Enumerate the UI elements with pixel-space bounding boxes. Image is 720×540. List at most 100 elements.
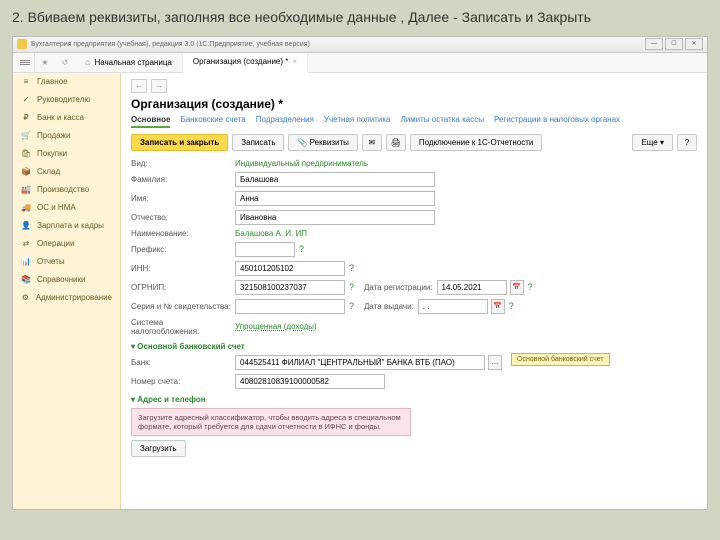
- help-button[interactable]: ?: [677, 134, 697, 151]
- sidebar-item-icon: ≡: [21, 77, 31, 87]
- sidebar-item-label: Руководителю: [37, 95, 90, 104]
- ogrnip-input[interactable]: [235, 280, 345, 295]
- sidebar-item-10[interactable]: 📊 Отчеты: [13, 253, 120, 271]
- sidebar-item-icon: 🛒: [21, 131, 31, 141]
- subnav: Основное Банковские счета Подразделения Уче…: [131, 115, 697, 128]
- history-icon[interactable]: ↺: [55, 53, 75, 72]
- sidebar-item-icon: 📦: [21, 167, 31, 177]
- tab-home[interactable]: ⌂ Начальная страница: [75, 53, 183, 72]
- kind-label: Вид:: [131, 159, 231, 168]
- firstname-input[interactable]: [235, 191, 435, 206]
- firstname-label: Имя:: [131, 194, 231, 203]
- sidebar-item-icon: 🛍: [21, 149, 31, 159]
- issuedate-input[interactable]: [418, 299, 488, 314]
- bank-input[interactable]: [235, 355, 485, 370]
- more-button[interactable]: Еще ▾: [632, 134, 673, 151]
- sidebar-item-5[interactable]: 📦 Склад: [13, 163, 120, 181]
- sidebar-item-3[interactable]: 🛒 Продажи: [13, 127, 120, 145]
- sidebar-item-icon: 👤: [21, 221, 31, 231]
- sidebar-item-label: Зарплата и кадры: [37, 221, 104, 230]
- sidebar-item-icon: 🚚: [21, 203, 31, 213]
- hint-icon[interactable]: ?: [349, 282, 354, 292]
- sidebar-item-label: Отчеты: [37, 257, 65, 266]
- bank-lookup-button[interactable]: …: [488, 355, 502, 370]
- sidebar-item-6[interactable]: 🏭 Производство: [13, 181, 120, 199]
- sidebar-item-1[interactable]: ✓ Руководителю: [13, 91, 120, 109]
- window-max-button[interactable]: ☐: [665, 38, 683, 50]
- window-min-button[interactable]: —: [645, 38, 663, 50]
- tax-value[interactable]: Упрощенная (доходы): [235, 322, 317, 331]
- inn-label: ИНН:: [131, 264, 231, 273]
- sidebar-item-icon: 🏭: [21, 185, 31, 195]
- sidebar: ≡Главное ✓ Руководителю ₽ Банк и касса 🛒 Прода…: [13, 73, 121, 509]
- slide-instruction: 2. Вбиваем реквизиты, заполняя все необх…: [12, 8, 708, 28]
- address-warning: Загрузите адресный классификатор, чтобы …: [131, 408, 411, 436]
- hint-icon[interactable]: ?: [349, 301, 354, 311]
- addr-section-header[interactable]: Адрес и телефон: [131, 395, 697, 404]
- sidebar-item-label: Продажи: [37, 131, 70, 140]
- lastname-input[interactable]: [235, 172, 435, 187]
- cert-label: Серия и № свидетельства:: [131, 302, 231, 311]
- subnav-link-3[interactable]: Учетная политика: [324, 115, 391, 128]
- inn-input[interactable]: [235, 261, 345, 276]
- sidebar-item-12[interactable]: ⚙Администрирование: [13, 289, 120, 307]
- app-icon: [17, 39, 27, 49]
- window-titlebar: Бухгалтерия предприятия (учебная), редак…: [13, 37, 707, 53]
- regdate-input[interactable]: [437, 280, 507, 295]
- connect-1c-button[interactable]: Подключение к 1С-Отчетности: [410, 134, 542, 151]
- favorite-icon[interactable]: ★: [35, 53, 55, 72]
- sidebar-item-8[interactable]: 👤 Зарплата и кадры: [13, 217, 120, 235]
- sidebar-item-label: Банк и касса: [37, 113, 84, 122]
- acct-input[interactable]: [235, 374, 385, 389]
- regdate-picker-button[interactable]: 📅: [510, 280, 524, 295]
- issuedate-picker-button[interactable]: 📅: [491, 299, 505, 314]
- sidebar-item-label: Администрирование: [36, 293, 112, 302]
- subnav-link-4[interactable]: Лимиты остатка кассы: [400, 115, 484, 128]
- nav-back-button[interactable]: ←: [131, 79, 147, 93]
- subnav-link-2[interactable]: Подразделения: [256, 115, 314, 128]
- kind-value[interactable]: Индивидуальный предприниматель: [235, 159, 368, 168]
- cert-input[interactable]: [235, 299, 345, 314]
- close-icon[interactable]: ×: [292, 57, 297, 66]
- window-close-button[interactable]: ✕: [685, 38, 703, 50]
- name-value[interactable]: Балашова А. И. ИП: [235, 229, 307, 238]
- bank-section-header[interactable]: Основной банковский счет: [131, 342, 697, 351]
- hint-icon[interactable]: ?: [299, 244, 304, 254]
- name-label: Наименование:: [131, 229, 231, 238]
- sidebar-item-11[interactable]: 📚Справочники: [13, 271, 120, 289]
- save-close-button[interactable]: Записать и закрыть: [131, 134, 228, 151]
- prefix-input[interactable]: [235, 242, 295, 257]
- sidebar-item-2[interactable]: ₽ Банк и касса: [13, 109, 120, 127]
- window-title: Бухгалтерия предприятия (учебная), редак…: [31, 41, 645, 48]
- save-button[interactable]: Записать: [232, 134, 284, 151]
- sidebar-item-icon: ✓: [21, 95, 31, 105]
- sidebar-item-icon: 📊: [21, 257, 31, 267]
- subnav-link-1[interactable]: Банковские счета: [180, 115, 245, 128]
- sidebar-item-9[interactable]: ⇄Операции: [13, 235, 120, 253]
- menu-icon[interactable]: [15, 53, 35, 72]
- sidebar-item-7[interactable]: 🚚ОС и НМА: [13, 199, 120, 217]
- tab-home-label: Начальная страница: [94, 58, 171, 67]
- subnav-link-0[interactable]: Основное: [131, 115, 170, 128]
- tax-label: Система налогообложения:: [131, 318, 231, 336]
- sidebar-item-icon: ₽: [21, 113, 31, 123]
- print-button[interactable]: 🖨: [386, 134, 406, 151]
- sidebar-item-4[interactable]: 🛍Покупки: [13, 145, 120, 163]
- lastname-label: Фамилия:: [131, 175, 231, 184]
- subnav-link-5[interactable]: Регистрации в налоговых органах: [494, 115, 620, 128]
- hint-icon[interactable]: ?: [528, 282, 533, 292]
- requisites-button[interactable]: 📎 Реквизиты: [288, 134, 357, 151]
- sidebar-item-label: Операции: [37, 239, 74, 248]
- prefix-label: Префикс:: [131, 245, 231, 254]
- patronymic-input[interactable]: [235, 210, 435, 225]
- sidebar-item-0[interactable]: ≡Главное: [13, 73, 120, 91]
- nav-fwd-button[interactable]: →: [151, 79, 167, 93]
- load-classifier-button[interactable]: Загрузить: [131, 440, 186, 457]
- hint-icon[interactable]: ?: [349, 263, 354, 273]
- hint-icon[interactable]: ?: [509, 301, 514, 311]
- tab-org-create[interactable]: Организация (создание) * ×: [183, 53, 308, 73]
- sidebar-item-icon: 📚: [21, 275, 31, 285]
- sidebar-item-label: Производство: [37, 185, 89, 194]
- sidebar-item-label: Склад: [37, 167, 60, 176]
- mail-button[interactable]: ✉: [362, 134, 382, 151]
